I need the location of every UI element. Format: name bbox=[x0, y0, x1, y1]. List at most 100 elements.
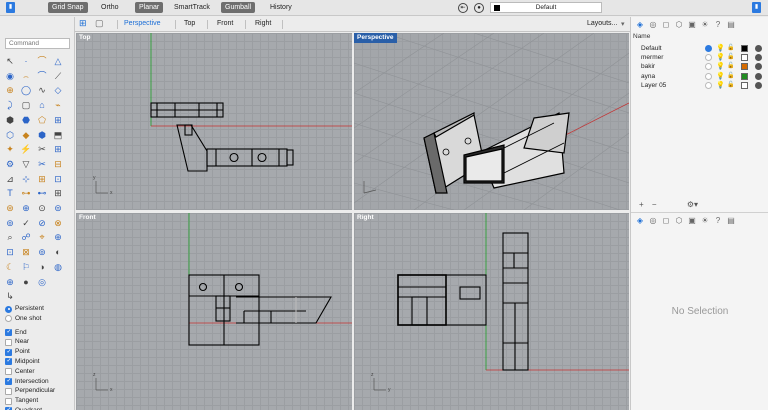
tool-icon[interactable]: ⊡ bbox=[52, 173, 64, 185]
camera-icon-2[interactable]: ▣ bbox=[687, 216, 697, 226]
radio-button[interactable] bbox=[5, 315, 12, 323]
record-icon[interactable]: ● bbox=[474, 3, 484, 13]
help-icon-2[interactable]: ? bbox=[713, 216, 723, 226]
tab-top[interactable]: Top bbox=[184, 20, 195, 27]
tool-icon[interactable]: ▽ bbox=[20, 158, 32, 170]
tool-icon[interactable]: ⌖ bbox=[36, 231, 48, 243]
tool-icon[interactable]: ⊞ bbox=[52, 187, 64, 199]
visibility-bulb-icon[interactable]: 💡 bbox=[716, 81, 725, 90]
visibility-bulb-icon[interactable]: 💡 bbox=[716, 44, 725, 53]
layer-options-icon[interactable]: ⚙▾ bbox=[687, 200, 698, 209]
properties-icon[interactable]: ◎ bbox=[648, 20, 658, 30]
layer-row[interactable]: mermer 💡 🔓 bbox=[631, 53, 768, 62]
layer-color-swatch[interactable] bbox=[741, 72, 748, 80]
tool-icon[interactable]: ◑ bbox=[36, 261, 48, 273]
osnap-point[interactable]: Point bbox=[5, 347, 55, 357]
lock-icon[interactable]: 🔓 bbox=[727, 53, 734, 62]
help-icon[interactable]: ? bbox=[713, 20, 723, 30]
tool-icon[interactable]: ↳ bbox=[4, 290, 16, 302]
tool-icon[interactable]: ∿ bbox=[36, 84, 48, 96]
tool-icon[interactable]: ▢ bbox=[20, 99, 32, 111]
tool-icon[interactable]: ⊜ bbox=[52, 202, 64, 214]
checkbox[interactable] bbox=[5, 328, 12, 338]
four-viewports-icon[interactable]: ⊞ bbox=[79, 18, 87, 29]
tool-icon[interactable]: ⬠ bbox=[36, 114, 48, 126]
planar-toggle[interactable]: Planar bbox=[135, 2, 164, 13]
camera-icon[interactable]: ▣ bbox=[687, 20, 697, 30]
sidebar-toggle-left-icon[interactable]: ▮ bbox=[6, 2, 15, 13]
tool-icon[interactable]: ◐ bbox=[52, 246, 64, 258]
tool-icon[interactable]: ⊞ bbox=[36, 173, 48, 185]
tab-front[interactable]: Front bbox=[217, 20, 233, 27]
visibility-bulb-icon[interactable]: 💡 bbox=[716, 72, 725, 81]
tool-icon[interactable]: ◍ bbox=[52, 261, 64, 273]
tool-icon[interactable]: ⊞ bbox=[52, 143, 64, 155]
viewport-label-perspective[interactable]: Perspective bbox=[354, 33, 397, 43]
layers-icon[interactable]: ◈ bbox=[635, 20, 645, 30]
layers-icon-2[interactable]: ◈ bbox=[635, 216, 645, 226]
tool-icon[interactable]: ⌕ bbox=[4, 231, 16, 243]
tool-icon[interactable]: ⬡ bbox=[4, 129, 16, 141]
tool-icon[interactable]: ⊕ bbox=[4, 276, 16, 288]
tool-icon[interactable]: ☾ bbox=[4, 261, 16, 273]
viewport-perspective[interactable]: Perspective bbox=[354, 33, 629, 210]
sidebar-toggle-right-icon[interactable]: ▮ bbox=[752, 2, 761, 13]
tool-icon[interactable]: ✂ bbox=[36, 158, 48, 170]
tool-icon[interactable]: ● bbox=[20, 276, 32, 288]
material-icon[interactable] bbox=[755, 72, 762, 80]
tool-icon[interactable]: ⊡ bbox=[4, 246, 16, 258]
layer-color-swatch[interactable] bbox=[741, 54, 748, 62]
tool-icon[interactable]: ◯ bbox=[20, 84, 32, 96]
tool-icon[interactable]: ⤸ bbox=[4, 99, 16, 111]
tool-icon[interactable]: ⊟ bbox=[52, 158, 64, 170]
history-toggle[interactable]: History bbox=[266, 2, 296, 13]
tool-icon[interactable]: ⊿ bbox=[4, 173, 16, 185]
tool-icon[interactable]: ⊕ bbox=[4, 84, 16, 96]
add-layer-icon[interactable]: + bbox=[639, 200, 644, 209]
layer-row[interactable]: Default 💡 🔓 bbox=[631, 44, 768, 53]
tool-icon[interactable]: ⊶ bbox=[20, 187, 32, 199]
osnap-one-shot[interactable]: One shot bbox=[5, 314, 55, 324]
current-layer-radio[interactable] bbox=[705, 72, 712, 80]
lock-icon[interactable]: 🔓 bbox=[727, 81, 734, 90]
tool-icon[interactable]: ⊕ bbox=[52, 231, 64, 243]
material-icon[interactable] bbox=[755, 81, 762, 89]
smarttrack-toggle[interactable]: SmartTrack bbox=[170, 2, 214, 13]
tool-icon[interactable]: ⊠ bbox=[20, 246, 32, 258]
tool-icon[interactable]: ⊗ bbox=[52, 217, 64, 229]
sun-icon[interactable]: ☀ bbox=[700, 20, 710, 30]
lock-icon[interactable]: 🔓 bbox=[727, 44, 734, 53]
layer-row[interactable]: bakir 💡 🔓 bbox=[631, 62, 768, 71]
tool-icon[interactable]: ⊞ bbox=[52, 114, 64, 126]
grid-snap-toggle[interactable]: Grid Snap bbox=[48, 2, 88, 13]
tool-icon[interactable]: · bbox=[20, 55, 32, 67]
tool-icon[interactable]: ↖ bbox=[4, 55, 16, 67]
tool-icon[interactable]: ⌒ bbox=[36, 55, 48, 67]
tool-icon[interactable]: T bbox=[4, 187, 16, 199]
ortho-toggle[interactable]: Ortho bbox=[97, 2, 123, 13]
display-icon[interactable]: ⬡ bbox=[674, 20, 684, 30]
checkbox[interactable] bbox=[5, 357, 12, 367]
object-icon-2[interactable]: ◻ bbox=[661, 216, 671, 226]
checkbox[interactable] bbox=[5, 397, 12, 405]
tool-icon[interactable]: ◇ bbox=[52, 84, 64, 96]
layer-color-swatch[interactable] bbox=[741, 81, 748, 89]
layer-row[interactable]: ayna 💡 🔓 bbox=[631, 72, 768, 81]
lock-icon[interactable]: 🔓 bbox=[727, 72, 734, 81]
tool-icon[interactable]: ✓ bbox=[20, 217, 32, 229]
tool-icon[interactable]: ⊚ bbox=[4, 217, 16, 229]
notes-icon[interactable]: ▤ bbox=[726, 20, 736, 30]
tool-icon[interactable]: ◉ bbox=[4, 70, 16, 82]
osnap-quadrant[interactable]: Quadrant bbox=[5, 406, 55, 410]
tool-icon[interactable]: ⬣ bbox=[20, 114, 32, 126]
osnap-center[interactable]: Center bbox=[5, 367, 55, 377]
tool-icon[interactable]: ⚡ bbox=[20, 143, 32, 155]
current-layer-dropdown[interactable]: Default bbox=[490, 2, 602, 13]
visibility-bulb-icon[interactable]: 💡 bbox=[716, 62, 725, 71]
checkbox[interactable] bbox=[5, 338, 12, 346]
visibility-bulb-icon[interactable]: 💡 bbox=[716, 53, 725, 62]
checkbox[interactable] bbox=[5, 387, 12, 395]
layer-color-swatch[interactable] bbox=[741, 63, 748, 71]
osnap-tangent[interactable]: Tangent bbox=[5, 396, 55, 406]
checkbox[interactable] bbox=[5, 377, 12, 387]
